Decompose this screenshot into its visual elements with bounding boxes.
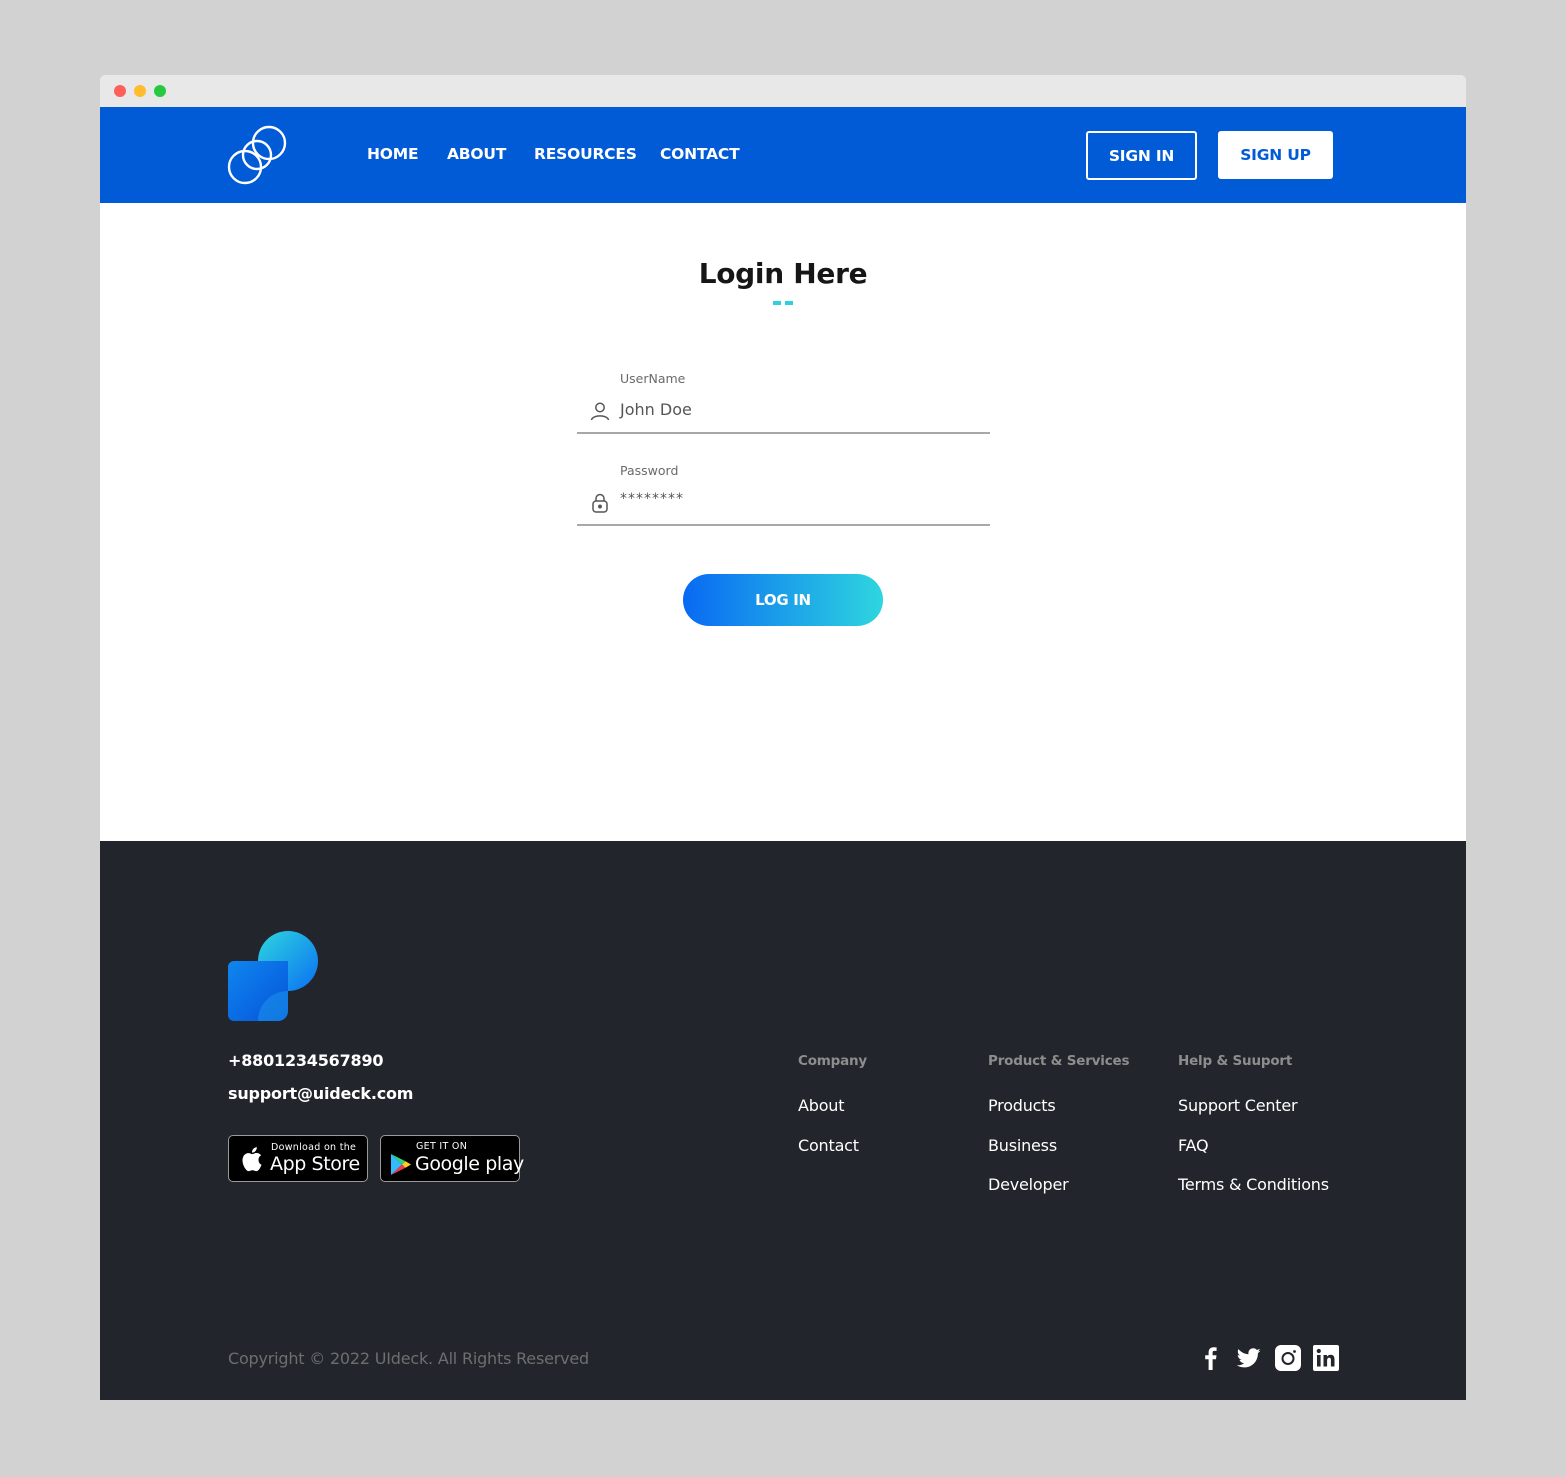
lock-icon [592,493,608,513]
footer-logo-icon[interactable] [228,931,320,1023]
username-underline [577,432,990,434]
footer-link-faq[interactable]: FAQ [1178,1136,1209,1155]
username-input[interactable]: John Doe [620,400,1060,419]
footer-link-terms[interactable]: Terms & Conditions [1178,1175,1329,1194]
app-store-small-text: Download on the [271,1142,357,1153]
app-store-big-text: App Store [270,1153,360,1175]
footer: +8801234567890 support@uideck.com Downlo… [100,841,1466,1400]
password-input[interactable]: ******** [620,491,1060,507]
apple-icon [242,1147,262,1172]
password-underline [577,524,990,526]
username-label: UserName [620,371,686,386]
nav-resources[interactable]: RESOURCES [534,145,637,163]
footer-link-business[interactable]: Business [988,1136,1057,1155]
nav-contact[interactable]: CONTACT [660,145,740,163]
maximize-window-icon[interactable] [154,85,166,97]
copyright-text: Copyright © 2022 UIdeck. All Rights Rese… [228,1349,589,1368]
brand-logo-icon[interactable] [226,124,288,186]
footer-link-contact[interactable]: Contact [798,1136,859,1155]
browser-window: HOME ABOUT RESOURCES CONTACT SIGN IN SIG… [100,75,1466,1400]
footer-company-heading: Company [798,1053,868,1069]
footer-link-about[interactable]: About [798,1096,845,1115]
linkedin-icon[interactable] [1313,1345,1339,1371]
google-play-icon [391,1154,411,1175]
nav-home[interactable]: HOME [367,145,419,163]
footer-email[interactable]: support@uideck.com [228,1084,413,1103]
top-navbar: HOME ABOUT RESOURCES CONTACT SIGN IN SIG… [100,107,1466,203]
app-store-button[interactable]: Download on the App Store [228,1135,368,1182]
footer-help-heading: Help & Suuport [1178,1053,1293,1069]
close-window-icon[interactable] [114,85,126,97]
sign-in-button[interactable]: SIGN IN [1086,131,1197,180]
google-play-button[interactable]: GET IT ON Google play [380,1135,524,1182]
twitter-icon[interactable] [1237,1346,1261,1370]
facebook-icon[interactable] [1199,1346,1223,1370]
footer-link-developer[interactable]: Developer [988,1175,1069,1194]
sign-up-button[interactable]: SIGN UP [1218,131,1333,179]
title-underline-right [785,301,793,305]
footer-link-products[interactable]: Products [988,1096,1056,1115]
google-play-small-text: GET IT ON [416,1141,468,1152]
title-underline-left [773,301,781,305]
footer-phone[interactable]: +8801234567890 [228,1051,384,1070]
minimize-window-icon[interactable] [134,85,146,97]
nav-about[interactable]: ABOUT [447,145,506,163]
login-button[interactable]: LOG IN [683,574,883,626]
footer-products-heading: Product & Services [988,1053,1130,1069]
instagram-icon[interactable] [1275,1345,1301,1371]
window-titlebar [100,75,1466,107]
user-icon [590,402,610,421]
password-label: Password [620,463,679,478]
google-play-big-text: Google play [415,1153,524,1175]
page-title: Login Here [698,257,868,290]
footer-link-support-center[interactable]: Support Center [1178,1096,1298,1115]
